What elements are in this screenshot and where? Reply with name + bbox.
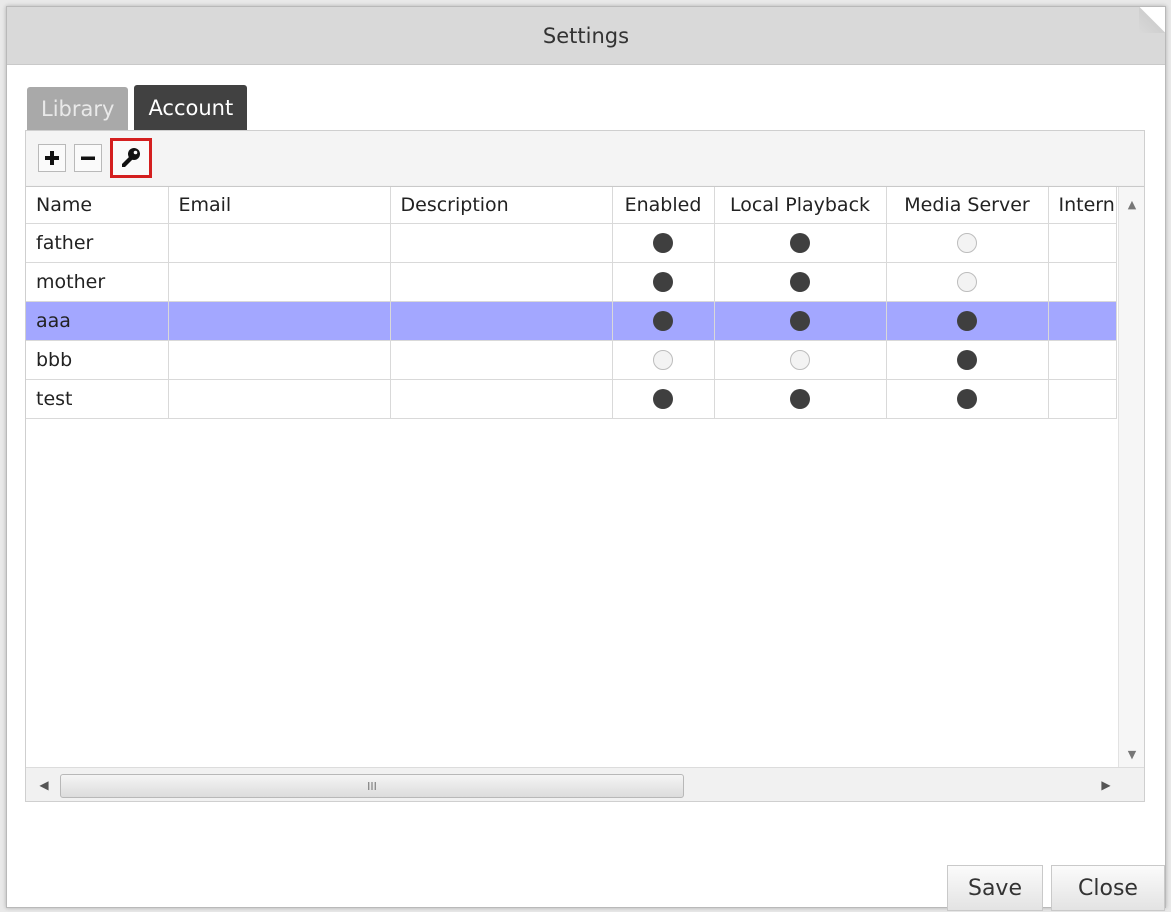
horizontal-scroll-thumb[interactable]: III: [60, 774, 684, 798]
cell-enabled: [612, 379, 715, 419]
minus-icon: [81, 156, 95, 160]
cell-intern: [1048, 223, 1117, 263]
media-server-radio[interactable]: [957, 233, 977, 253]
cell-media-server: [886, 379, 1049, 419]
account-panel: Name Email Description Enabled Local Pla…: [25, 130, 1145, 802]
local-playback-radio[interactable]: [790, 350, 810, 370]
scroll-left-icon[interactable]: ◀: [32, 774, 56, 796]
column-header-name[interactable]: Name: [26, 187, 169, 224]
media-server-radio[interactable]: [957, 389, 977, 409]
cell-enabled: [612, 340, 715, 380]
column-header-intern[interactable]: Intern: [1048, 187, 1117, 224]
table-row[interactable]: mother: [26, 262, 1117, 302]
cell-local-playback: [714, 223, 887, 263]
local-playback-radio[interactable]: [790, 272, 810, 292]
toolbar: [26, 131, 1144, 185]
close-button[interactable]: Close: [1051, 865, 1165, 911]
cell-email: [168, 379, 391, 419]
cell-enabled: [612, 301, 715, 341]
cell-description: [390, 340, 613, 380]
cell-enabled: [612, 262, 715, 302]
local-playback-radio[interactable]: [790, 311, 810, 331]
cell-local-playback: [714, 379, 887, 419]
cell-media-server: [886, 262, 1049, 302]
local-playback-radio[interactable]: [790, 233, 810, 253]
cell-media-server: [886, 340, 1049, 380]
accounts-table: Name Email Description Enabled Local Pla…: [26, 187, 1117, 419]
cell-description: [390, 262, 613, 302]
tab-bar: Library Account: [27, 83, 248, 131]
enabled-radio[interactable]: [653, 233, 673, 253]
cell-description: [390, 379, 613, 419]
remove-user-button[interactable]: [74, 144, 102, 172]
cell-local-playback: [714, 301, 887, 341]
table-row[interactable]: father: [26, 223, 1117, 263]
vertical-scrollbar[interactable]: ▲ ▼: [1118, 187, 1144, 767]
table-row[interactable]: test: [26, 379, 1117, 419]
cell-name: bbb: [26, 340, 169, 380]
cell-intern: [1048, 340, 1117, 380]
scroll-down-icon[interactable]: ▼: [1119, 743, 1144, 765]
table-body: father mother aaa bbb test: [26, 223, 1117, 419]
cell-media-server: [886, 301, 1049, 341]
enabled-radio[interactable]: [653, 311, 673, 331]
window-title: Settings: [542, 23, 630, 48]
key-icon: [122, 148, 140, 167]
tab-library[interactable]: Library: [27, 87, 129, 131]
tab-account[interactable]: Account: [134, 85, 248, 131]
column-header-email[interactable]: Email: [168, 187, 391, 224]
cell-intern: [1048, 301, 1117, 341]
accounts-grid: Name Email Description Enabled Local Pla…: [26, 186, 1144, 801]
cell-name: aaa: [26, 301, 169, 341]
media-server-radio[interactable]: [957, 272, 977, 292]
cell-media-server: [886, 223, 1049, 263]
cell-email: [168, 340, 391, 380]
cell-intern: [1048, 262, 1117, 302]
media-server-radio[interactable]: [957, 350, 977, 370]
title-bar: Settings: [7, 7, 1165, 65]
header-row: Name Email Description Enabled Local Pla…: [26, 187, 1117, 224]
cell-intern: [1048, 379, 1117, 419]
cell-name: father: [26, 223, 169, 263]
cell-name: test: [26, 379, 169, 419]
scroll-right-icon[interactable]: ▶: [1094, 774, 1118, 796]
enabled-radio[interactable]: [653, 389, 673, 409]
cell-enabled: [612, 223, 715, 263]
cell-email: [168, 262, 391, 302]
settings-dialog: Settings Library Account Name Email Desc…: [6, 6, 1166, 911]
cell-name: mother: [26, 262, 169, 302]
column-header-media-server[interactable]: Media Server: [886, 187, 1049, 224]
enabled-radio[interactable]: [653, 350, 673, 370]
cell-local-playback: [714, 262, 887, 302]
column-header-enabled[interactable]: Enabled: [612, 187, 715, 224]
cell-local-playback: [714, 340, 887, 380]
cell-email: [168, 223, 391, 263]
table-row[interactable]: aaa: [26, 301, 1117, 341]
plus-icon: [45, 151, 59, 165]
table-row[interactable]: bbb: [26, 340, 1117, 380]
enabled-radio[interactable]: [653, 272, 673, 292]
cell-description: [390, 301, 613, 341]
set-password-button[interactable]: [110, 138, 152, 178]
cell-email: [168, 301, 391, 341]
scroll-up-icon[interactable]: ▲: [1119, 193, 1144, 215]
add-user-button[interactable]: [38, 144, 66, 172]
horizontal-scrollbar[interactable]: ◀ III ▶: [26, 767, 1144, 801]
column-header-description[interactable]: Description: [390, 187, 613, 224]
corner-fold-icon: [1139, 7, 1165, 33]
media-server-radio[interactable]: [957, 311, 977, 331]
save-button[interactable]: Save: [947, 865, 1043, 911]
column-header-local-playback[interactable]: Local Playback: [714, 187, 887, 224]
cell-description: [390, 223, 613, 263]
local-playback-radio[interactable]: [790, 389, 810, 409]
